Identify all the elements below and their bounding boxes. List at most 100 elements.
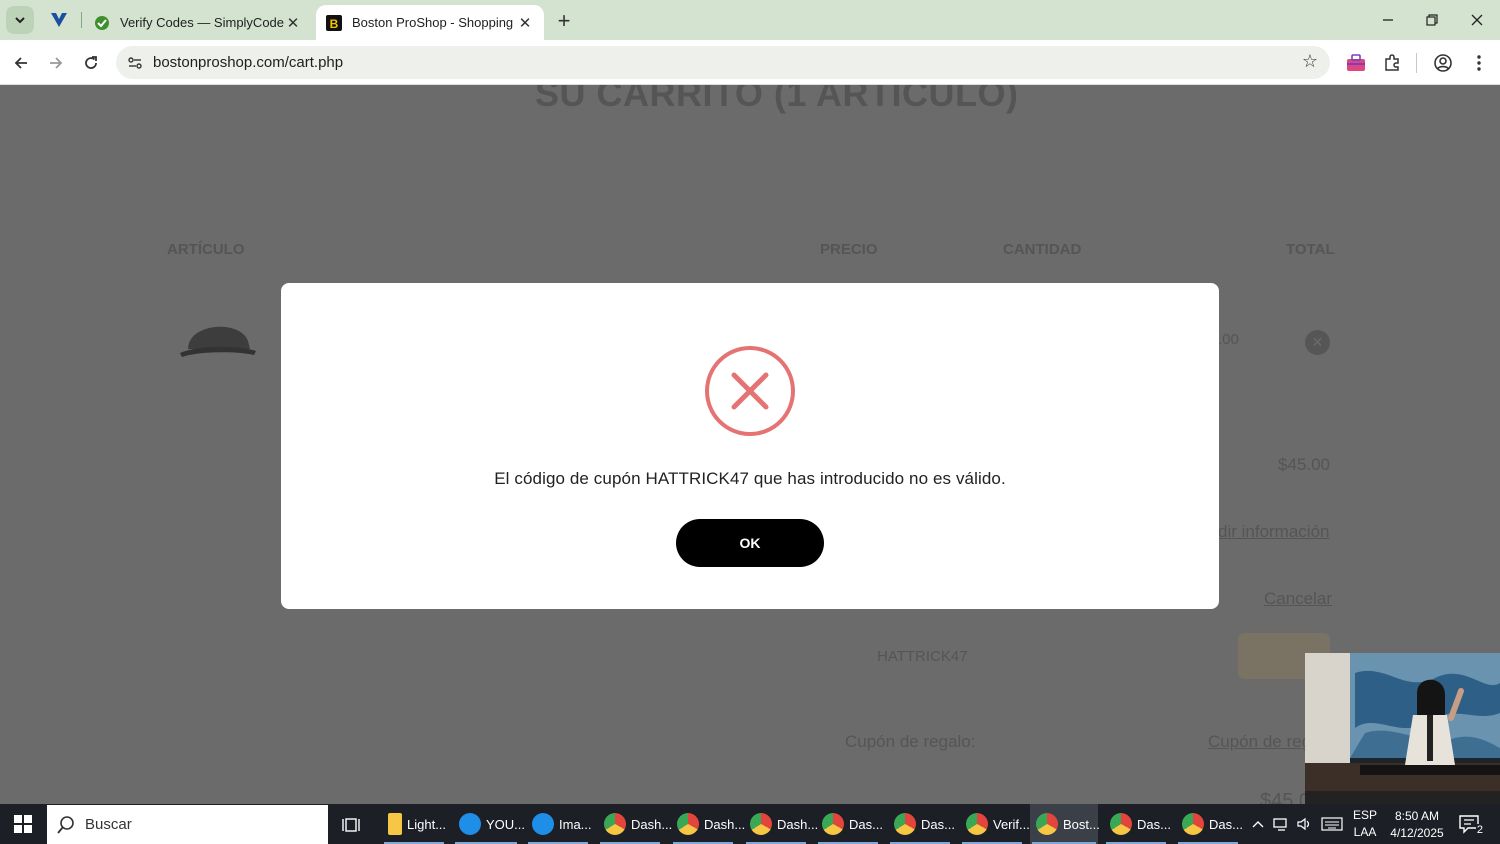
new-tab-button[interactable]: + xyxy=(551,8,577,34)
remove-item-button[interactable]: ✕ xyxy=(1305,330,1330,355)
extensions-puzzle-icon[interactable] xyxy=(1378,49,1406,77)
taskbar-app-chrome-dash-3[interactable]: Dash... xyxy=(744,804,818,844)
chrome-icon xyxy=(894,813,916,835)
network-icon[interactable] xyxy=(1270,804,1292,844)
taskbar-app-lightshot[interactable]: Light... xyxy=(382,804,446,844)
cart-heading: SU CARRITO (1 ARTÍCULO) xyxy=(535,85,1019,114)
column-total: TOTAL xyxy=(1286,241,1335,258)
tab-search-button[interactable] xyxy=(6,6,34,34)
windows-taskbar: Buscar Light... YOU... Ima... Dash... Da… xyxy=(0,804,1500,844)
task-view-button[interactable] xyxy=(336,810,366,840)
taskbar-app-chrome-dash-5[interactable]: Das... xyxy=(888,804,955,844)
close-window-button[interactable] xyxy=(1457,6,1497,34)
input-language[interactable]: ESP LAA xyxy=(1350,804,1380,844)
app-label: Dash... xyxy=(704,816,746,832)
minimize-button[interactable] xyxy=(1368,6,1408,34)
arrow-right-icon xyxy=(50,57,63,69)
taskbar-app-edge-images[interactable]: Ima... xyxy=(526,804,592,844)
taskbar-app-chrome-boston[interactable]: Bost... xyxy=(1030,804,1100,844)
column-item: ARTÍCULO xyxy=(167,241,245,258)
back-button[interactable] xyxy=(6,48,36,78)
chrome-icon xyxy=(750,813,772,835)
tab-boston-proshop[interactable]: B Boston ProShop - Shopping Cart ✕ xyxy=(316,5,544,40)
simplycodes-icon xyxy=(94,15,110,31)
product-cap-image xyxy=(180,326,256,357)
taskbar-app-chrome-dash-2[interactable]: Dash... xyxy=(671,804,745,844)
error-message: El código de cupón HATTRICK47 que has in… xyxy=(494,469,1006,488)
bookmark-star-icon[interactable]: ☆ xyxy=(1302,51,1318,72)
search-placeholder: Buscar xyxy=(85,816,132,833)
clock-time: 8:50 AM xyxy=(1394,809,1440,823)
app-label: Light... xyxy=(407,816,447,832)
webcam-overlay xyxy=(1305,653,1500,804)
column-price: PRECIO xyxy=(820,241,878,258)
keyboard-icon[interactable] xyxy=(1318,804,1346,844)
notification-center-button[interactable]: 2 xyxy=(1458,813,1484,836)
app-label: Das... xyxy=(921,816,955,832)
forward-button[interactable] xyxy=(41,48,71,78)
gift-coupon-label: Cupón de regalo: xyxy=(845,732,976,751)
add-info-link[interactable]: dir información xyxy=(1218,522,1330,542)
taskbar-app-chrome-dash-1[interactable]: Dash... xyxy=(598,804,672,844)
restore-button[interactable] xyxy=(1412,6,1452,34)
close-icon xyxy=(1471,14,1483,26)
edge-icon xyxy=(459,813,481,835)
pinned-tab[interactable] xyxy=(44,8,74,32)
tab-title: Verify Codes — SimplyCodes xyxy=(120,15,284,30)
reload-icon xyxy=(85,56,97,69)
chrome-icon xyxy=(1182,813,1204,835)
taskbar-app-chrome-verify[interactable]: Verif... xyxy=(960,804,1030,844)
tab-title: Boston ProShop - Shopping Cart xyxy=(352,15,516,30)
folder-icon xyxy=(388,813,402,835)
chrome-icon xyxy=(604,813,626,835)
chrome-icon xyxy=(966,813,988,835)
start-button[interactable] xyxy=(0,804,46,844)
chrome-icon xyxy=(1110,813,1132,835)
v-logo-icon xyxy=(51,13,67,27)
arrow-left-icon xyxy=(14,57,27,69)
gift-coupon-link[interactable]: Cupón de reg xyxy=(1208,732,1311,752)
app-label: Verif... xyxy=(993,816,1030,832)
column-quantity: CANTIDAD xyxy=(1003,241,1082,258)
clock-date: 4/12/2025 xyxy=(1390,826,1444,840)
app-label: Dash... xyxy=(777,816,819,832)
app-label: Das... xyxy=(1209,816,1243,832)
search-icon xyxy=(57,815,74,834)
taskbar-app-chrome-dash-4[interactable]: Das... xyxy=(816,804,883,844)
close-icon: ✕ xyxy=(1311,334,1324,350)
extension-toolbox-icon[interactable] xyxy=(1342,49,1370,77)
cancel-link[interactable]: Cancelar xyxy=(1264,589,1332,609)
language-code: ESP xyxy=(1352,808,1377,822)
ok-button[interactable]: OK xyxy=(676,519,824,567)
restore-icon xyxy=(1426,14,1438,26)
close-icon[interactable]: ✕ xyxy=(284,14,302,32)
app-label: Bost... xyxy=(1063,816,1100,832)
more-menu-icon[interactable] xyxy=(1465,49,1493,77)
chrome-icon xyxy=(677,813,699,835)
show-hidden-icons-button[interactable] xyxy=(1248,804,1268,844)
plus-icon: + xyxy=(557,8,571,33)
address-bar[interactable]: bostonproshop.com/cart.php ☆ xyxy=(116,46,1330,79)
app-label: Ima... xyxy=(559,816,592,832)
webcam-feed-image xyxy=(1305,653,1500,804)
reload-button[interactable] xyxy=(76,48,106,78)
taskbar-search[interactable]: Buscar xyxy=(47,805,328,844)
minimize-icon xyxy=(1383,19,1393,21)
tab-verify-codes[interactable]: Verify Codes — SimplyCodes ✕ xyxy=(84,5,312,40)
coupon-input[interactable]: HATTRICK47 xyxy=(877,648,968,665)
app-label: Das... xyxy=(849,816,883,832)
error-dialog: El código de cupón HATTRICK47 que has in… xyxy=(281,283,1219,609)
taskbar-app-chrome-dash-7[interactable]: Das... xyxy=(1176,804,1243,844)
site-settings-icon[interactable] xyxy=(124,52,146,74)
volume-icon[interactable] xyxy=(1293,804,1315,844)
browser-toolbar: bostonproshop.com/cart.php ☆ xyxy=(0,40,1500,85)
chevron-down-icon xyxy=(15,17,25,24)
chevron-up-icon xyxy=(1252,821,1264,828)
close-icon[interactable]: ✕ xyxy=(516,14,534,32)
system-clock[interactable]: 8:50 AM 4/12/2025 xyxy=(1385,808,1449,842)
boston-proshop-icon: B xyxy=(326,14,342,31)
taskbar-app-edge-youtube[interactable]: YOU... xyxy=(453,804,525,844)
profile-icon[interactable] xyxy=(1429,49,1457,77)
taskbar-app-chrome-dash-6[interactable]: Das... xyxy=(1104,804,1171,844)
app-label: Das... xyxy=(1137,816,1171,832)
